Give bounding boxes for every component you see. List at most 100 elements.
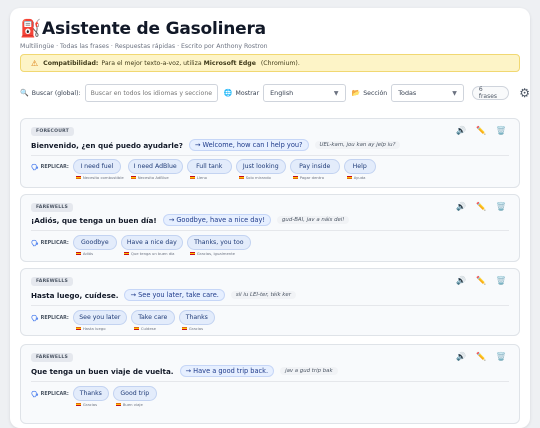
show-label: 🌐 Mostrar bbox=[223, 89, 260, 97]
phrase-pronunciation: jav a gud trip bak bbox=[280, 367, 338, 375]
reply-button[interactable]: Pay inside bbox=[289, 159, 340, 174]
phrase-english[interactable]: → Have a good trip back. bbox=[179, 365, 275, 377]
reply-item: Thanks Gracias bbox=[72, 386, 109, 407]
reply-translation: Ayuda bbox=[346, 175, 365, 180]
reply-translation: Necesito combustible bbox=[75, 175, 124, 180]
reply-button[interactable]: Goodbye bbox=[72, 235, 117, 250]
trash-icon[interactable]: 🗑️ bbox=[491, 352, 511, 361]
fuel-pump-icon: ⛽ bbox=[20, 19, 42, 39]
reply-button[interactable]: Help bbox=[343, 159, 376, 174]
phrase-card: FORECOURT 🔊 ✏️ 🗑️ Bienvenido, ¿en qué pu… bbox=[20, 118, 520, 188]
phrase-row: Que tenga un buen viaje de vuelta. → Hav… bbox=[31, 365, 338, 377]
reply-button[interactable]: Thanks bbox=[72, 386, 109, 401]
reply-button[interactable]: Take care bbox=[130, 310, 175, 325]
chevron-down-icon: ▼ bbox=[452, 89, 457, 97]
phrase-card: FAREWELLS 🔊 ✏️ 🗑️ Hasta luego, cuídese. … bbox=[20, 268, 520, 336]
edit-pencil-icon[interactable]: ✏️ bbox=[471, 276, 491, 285]
phrase-card: FAREWELLS 🔊 ✏️ 🗑️ Que tenga un buen viaj… bbox=[20, 344, 520, 424]
card-divider bbox=[31, 381, 509, 382]
phrase-card: FAREWELLS 🔊 ✏️ 🗑️ ¡Adiós, que tenga un b… bbox=[20, 194, 520, 262]
spain-flag-icon bbox=[292, 176, 298, 179]
notice-label: Compatibilidad: bbox=[43, 59, 99, 67]
phrase-spanish: Hasta luego, cuídese. bbox=[31, 290, 119, 300]
notice-browser: Microsoft Edge bbox=[203, 59, 256, 67]
spain-flag-icon bbox=[189, 176, 195, 179]
reply-item: Help Ayuda bbox=[343, 159, 376, 180]
phrase-row: ¡Adiós, que tenga un buen día! → Goodbye… bbox=[31, 214, 350, 226]
reply-label: 🗣 REPLICAR: bbox=[31, 390, 69, 398]
reply-item: See you later Hasta luego bbox=[72, 310, 127, 331]
reply-row: 🗣 REPLICAR: Goodbye Adiós Have a nice day Q… bbox=[31, 235, 255, 256]
edit-pencil-icon[interactable]: ✏️ bbox=[471, 126, 491, 135]
reply-button[interactable]: Just looking bbox=[235, 159, 286, 174]
phrase-english[interactable]: → See you later, take care. bbox=[124, 289, 225, 301]
page-subtitle: Multilingüe · Todas las frases · Respues… bbox=[20, 43, 268, 50]
reply-translation: Lleno bbox=[189, 175, 207, 180]
phrase-row: Hasta luego, cuídese. → See you later, t… bbox=[31, 289, 296, 301]
reply-translation: Que tenga un buen día bbox=[123, 251, 175, 256]
warning-icon: ⚠ bbox=[31, 58, 39, 68]
speaker-icon[interactable]: 🔊 bbox=[451, 352, 471, 361]
speech-icon: 🗣 bbox=[31, 163, 39, 171]
chevron-down-icon: ▼ bbox=[333, 89, 339, 97]
spain-flag-icon bbox=[133, 327, 139, 330]
reply-button[interactable]: I need fuel bbox=[72, 159, 121, 174]
card-actions: 🔊 ✏️ 🗑️ bbox=[451, 126, 511, 135]
card-actions: 🔊 ✏️ 🗑️ bbox=[451, 352, 511, 361]
speech-icon: 🗣 bbox=[31, 314, 39, 322]
section-select[interactable]: Todas ▼ bbox=[391, 84, 464, 102]
reply-button[interactable]: Thanks, you too bbox=[186, 235, 251, 250]
trash-icon[interactable]: 🗑️ bbox=[491, 126, 511, 135]
phrase-spanish: Que tenga un buen viaje de vuelta. bbox=[31, 366, 174, 376]
reply-button[interactable]: Full tank bbox=[186, 159, 232, 174]
spain-flag-icon bbox=[75, 176, 81, 179]
phrase-english[interactable]: → Goodbye, have a nice day! bbox=[162, 214, 271, 226]
page-title: Asistente de Gasolinera bbox=[42, 19, 266, 39]
trash-icon[interactable]: 🗑️ bbox=[491, 202, 511, 211]
spain-flag-icon bbox=[123, 252, 129, 255]
reply-translation: Gracias, igualmente bbox=[189, 251, 235, 256]
spain-flag-icon bbox=[130, 176, 136, 179]
globe-icon: 🌐 bbox=[223, 89, 233, 97]
search-input[interactable] bbox=[84, 84, 218, 102]
gear-icon[interactable]: ⚙ bbox=[519, 86, 530, 100]
speaker-icon[interactable]: 🔊 bbox=[451, 276, 471, 285]
reply-button[interactable]: Have a nice day bbox=[120, 235, 183, 250]
search-label: 🔍 Buscar (global): bbox=[20, 89, 81, 97]
reply-translation: Hasta luego bbox=[75, 326, 106, 331]
reply-label: 🗣 REPLICAR: bbox=[31, 239, 69, 247]
phrase-pronunciation: UEL-kam, jou kan ay jelp iu? bbox=[314, 141, 401, 149]
reply-translation: Adiós bbox=[75, 251, 93, 256]
reply-button[interactable]: Good trip bbox=[112, 386, 157, 401]
reply-item: Pay inside Pagar dentro bbox=[289, 159, 340, 180]
reply-label: 🗣 REPLICAR: bbox=[31, 314, 69, 322]
speech-icon: 🗣 bbox=[31, 390, 39, 398]
phrase-spanish: Bienvenido, ¿en qué puedo ayudarle? bbox=[31, 140, 183, 150]
reply-item: Thanks, you too Gracias, igualmente bbox=[186, 235, 251, 256]
edit-pencil-icon[interactable]: ✏️ bbox=[471, 202, 491, 211]
reply-translation: Gracias bbox=[181, 326, 203, 331]
reply-item: Goodbye Adiós bbox=[72, 235, 117, 256]
reply-button[interactable]: Thanks bbox=[178, 310, 215, 325]
trash-icon[interactable]: 🗑️ bbox=[491, 276, 511, 285]
phrase-count-badge: 6 frases bbox=[471, 86, 510, 100]
language-select[interactable]: English ▼ bbox=[263, 84, 346, 102]
phrase-pronunciation: gud-BAI, jav a náis dei! bbox=[277, 216, 350, 224]
section-label: 📂 Sección bbox=[351, 89, 388, 97]
reply-button[interactable]: I need AdBlue bbox=[127, 159, 183, 174]
category-badge: FAREWELLS bbox=[31, 353, 74, 362]
phrase-english[interactable]: → Welcome, how can I help you? bbox=[188, 139, 309, 151]
compatibility-notice: ⚠ Compatibilidad: Para el mejor texto-a-… bbox=[20, 54, 520, 72]
phrase-pronunciation: sii iu LEI-ter, téik ker bbox=[230, 291, 296, 299]
speaker-icon[interactable]: 🔊 bbox=[451, 126, 471, 135]
reply-button[interactable]: See you later bbox=[72, 310, 127, 325]
reply-item: Good trip Buen viaje bbox=[112, 386, 157, 407]
edit-pencil-icon[interactable]: ✏️ bbox=[471, 352, 491, 361]
reply-item: Just looking Solo mirando bbox=[235, 159, 286, 180]
spain-flag-icon bbox=[181, 327, 187, 330]
reply-label: 🗣 REPLICAR: bbox=[31, 163, 69, 171]
reply-item: Full tank Lleno bbox=[186, 159, 232, 180]
notice-text-after: (Chromium). bbox=[260, 59, 300, 67]
phrase-spanish: ¡Adiós, que tenga un buen día! bbox=[31, 215, 157, 225]
speaker-icon[interactable]: 🔊 bbox=[451, 202, 471, 211]
